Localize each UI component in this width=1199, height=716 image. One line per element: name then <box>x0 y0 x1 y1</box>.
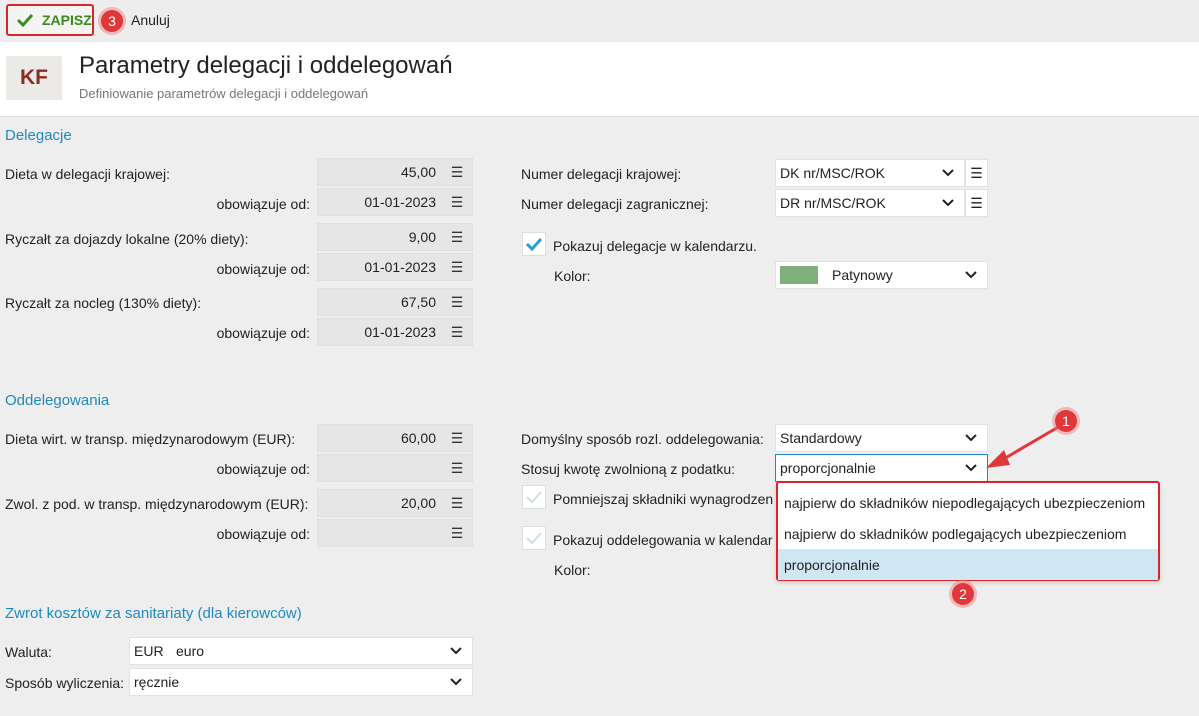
chevron-down-icon <box>942 169 954 177</box>
toolbar <box>0 0 1199 42</box>
valid-from-label: obowiązuje od: <box>216 461 310 477</box>
menu-icon[interactable]: ☰ <box>446 525 468 542</box>
dieta-krajowa-label: Dieta w delegacji krajowej: <box>5 166 170 182</box>
chevron-down-icon <box>965 464 977 472</box>
zwol-date-field[interactable]: ☰ <box>317 519 473 547</box>
kwota-zwolniona-dropdown: najpierw do składników niepodlegających … <box>776 481 1160 581</box>
waluta-label: Waluta: <box>5 644 52 660</box>
dropdown-option-selected[interactable]: proporcjonalnie <box>778 549 1158 580</box>
valid-from-label: obowiązuje od: <box>216 325 310 341</box>
save-label: ZAPISZ <box>42 12 92 28</box>
menu-icon[interactable]: ☰ <box>446 460 468 477</box>
sposob-wyliczenia-label: Sposób wyliczenia: <box>5 675 125 691</box>
valid-from-label: obowiązuje od: <box>216 526 310 542</box>
menu-icon[interactable]: ☰ <box>446 164 468 181</box>
page-subtitle: Definiowanie parametrów delegacji i odde… <box>79 86 369 101</box>
valid-from-label: obowiązuje od: <box>216 261 310 277</box>
dieta-krajowa-field[interactable]: 45,00 ☰ <box>317 158 473 186</box>
ryczalt-nocleg-date-field[interactable]: 01-01-2023 ☰ <box>317 318 473 346</box>
sposob-wyliczenia-select[interactable]: ręcznie <box>129 668 473 696</box>
check-icon <box>16 13 34 27</box>
check-icon <box>526 532 542 545</box>
sposob-rozl-label: Domyślny sposób rozl. oddelegowania: <box>521 431 764 447</box>
zwol-field[interactable]: 20,00 ☰ <box>317 489 473 517</box>
pomniejszaj-label: Pomniejszaj składniki wynagrodzen <box>553 491 774 507</box>
pokazuj-delegacje-checkbox[interactable] <box>522 232 546 256</box>
chevron-down-icon <box>450 678 462 686</box>
check-icon <box>525 237 543 251</box>
ryczalt-dojazdy-label: Ryczałt za dojazdy lokalne (20% diety): <box>5 231 249 247</box>
menu-icon[interactable]: ☰ <box>446 194 468 211</box>
numer-krajowej-label: Numer delegacji krajowej: <box>521 166 682 182</box>
kolor-label: Kolor: <box>554 268 591 284</box>
check-icon <box>526 491 542 504</box>
dieta-wirt-field[interactable]: 60,00 ☰ <box>317 424 473 452</box>
save-button[interactable]: ZAPISZ <box>6 4 94 36</box>
chevron-down-icon <box>450 647 462 655</box>
pomniejszaj-checkbox[interactable] <box>522 485 546 509</box>
annotation-arrow-icon <box>986 424 1061 468</box>
dieta-wirt-label: Dieta wirt. w transp. międzynarodowym (E… <box>5 431 296 447</box>
dropdown-option[interactable]: najpierw do składników niepodlegających … <box>778 487 1158 518</box>
ryczalt-dojazdy-date-field[interactable]: 01-01-2023 ☰ <box>317 253 473 281</box>
menu-icon[interactable]: ☰ <box>965 159 988 187</box>
dropdown-option[interactable]: najpierw do składników podlegających ube… <box>778 518 1158 549</box>
numer-zagr-select[interactable]: DR nr/MSC/ROK <box>775 189 965 217</box>
section-title-delegacje: Delegacje <box>5 127 72 144</box>
dieta-wirt-date-field[interactable]: ☰ <box>317 454 473 482</box>
menu-icon[interactable]: ☰ <box>446 324 468 341</box>
ryczalt-nocleg-field[interactable]: 67,50 ☰ <box>317 288 473 316</box>
dieta-krajowa-date-field[interactable]: 01-01-2023 ☰ <box>317 188 473 216</box>
color-swatch <box>780 266 818 284</box>
chevron-down-icon <box>942 199 954 207</box>
chevron-down-icon <box>965 271 977 279</box>
numer-krajowej-select[interactable]: DK nr/MSC/ROK <box>775 159 965 187</box>
valid-from-label: obowiązuje od: <box>216 196 310 212</box>
section-title-oddelegowania: Oddelegowania <box>5 392 110 409</box>
section-title-zwrot: Zwrot kosztów za sanitariaty (dla kierow… <box>5 605 302 622</box>
numer-zagr-label: Numer delegacji zagranicznej: <box>521 196 709 212</box>
sposob-rozl-select[interactable]: Standardowy <box>775 424 988 452</box>
page-title: Parametry delegacji i oddelegowań <box>79 52 453 79</box>
menu-icon[interactable]: ☰ <box>965 189 988 217</box>
step-badge-1: 1 <box>1055 410 1077 432</box>
chevron-down-icon <box>965 434 977 442</box>
menu-icon[interactable]: ☰ <box>446 259 468 276</box>
ryczalt-dojazdy-field[interactable]: 9,00 ☰ <box>317 223 473 251</box>
kolor-label: Kolor: <box>554 562 591 578</box>
cancel-button[interactable]: Anuluj <box>131 12 170 28</box>
menu-icon[interactable]: ☰ <box>446 495 468 512</box>
step-badge-2: 2 <box>952 583 974 605</box>
kwota-zwolniona-label: Stosuj kwotę zwolnioną z podatku: <box>521 461 736 477</box>
kolor-select[interactable]: Patynowy <box>775 261 988 289</box>
ryczalt-nocleg-label: Ryczałt za nocleg (130% diety): <box>5 295 202 311</box>
pokazuj-delegacje-label: Pokazuj delegacje w kalendarzu. <box>553 238 757 254</box>
pokazuj-oddelegowania-label: Pokazuj oddelegowania w kalendar <box>553 532 773 548</box>
pokazuj-oddelegowania-checkbox[interactable] <box>522 526 546 550</box>
kwota-zwolniona-select[interactable]: proporcjonalnie <box>775 454 988 482</box>
step-badge-3: 3 <box>101 10 123 32</box>
waluta-select[interactable]: EUR euro <box>129 637 473 665</box>
menu-icon[interactable]: ☰ <box>446 229 468 246</box>
app-logo: KF <box>6 56 62 100</box>
menu-icon[interactable]: ☰ <box>446 294 468 311</box>
menu-icon[interactable]: ☰ <box>446 430 468 447</box>
zwol-label: Zwol. z pod. w transp. międzynarodowym (… <box>5 496 309 512</box>
